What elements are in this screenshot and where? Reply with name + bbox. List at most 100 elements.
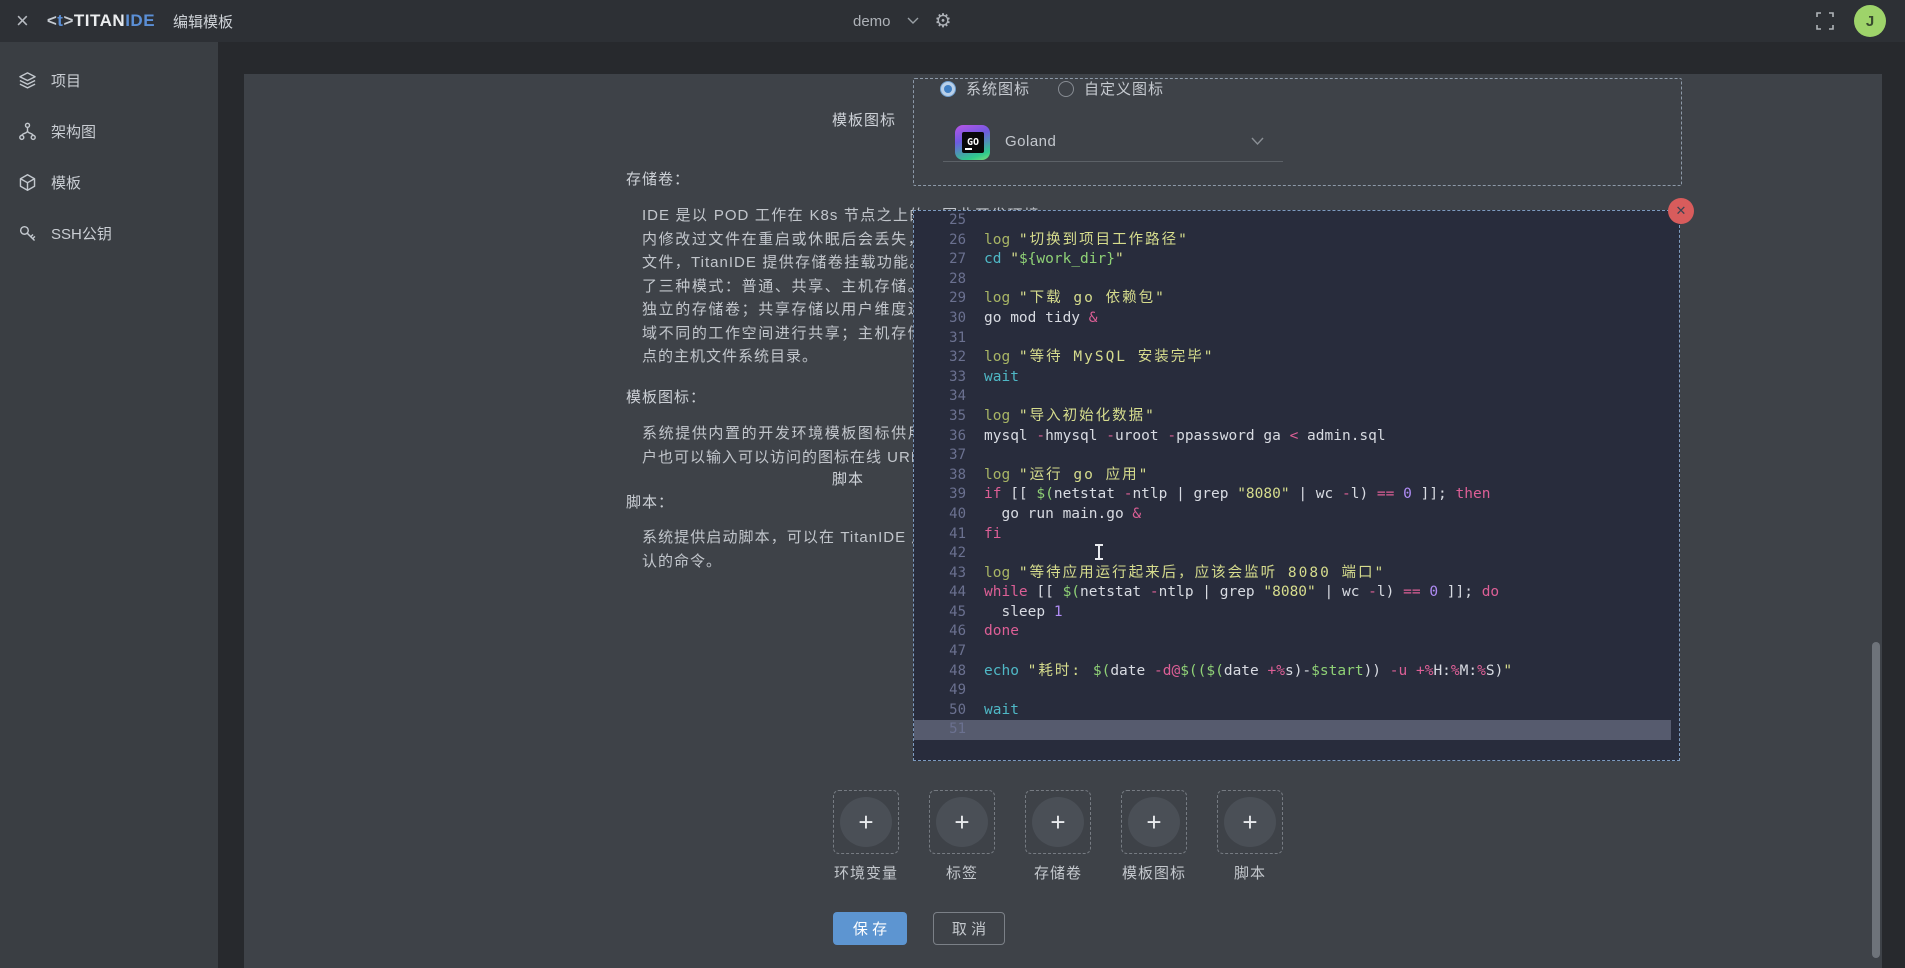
line-content: go mod tidy & — [984, 309, 1098, 329]
line-content: while [[ $(netstat -ntlp | grep "8080" |… — [984, 583, 1499, 603]
line-number: 26 — [914, 231, 966, 251]
code-line-50[interactable]: 50wait — [914, 701, 1679, 721]
select-underline — [943, 161, 1283, 162]
line-number: 27 — [914, 250, 966, 270]
add-button-label: 存储卷 — [1034, 862, 1082, 883]
code-line-49[interactable]: 49 — [914, 681, 1679, 701]
sidebar-item-architecture[interactable]: 架构图 — [0, 106, 218, 157]
code-line-41[interactable]: 41 fi — [914, 525, 1679, 545]
line-content: fi — [984, 525, 1001, 545]
env-select[interactable]: demo — [853, 13, 891, 30]
code-line-51[interactable]: 51 — [914, 720, 1671, 740]
select-chevron-down-icon[interactable] — [1251, 137, 1264, 146]
add-script-button[interactable]: +脚本 — [1217, 790, 1283, 854]
code-line-44[interactable]: 44while [[ $(netstat -ntlp | grep "8080"… — [914, 583, 1679, 603]
line-content: wait — [984, 701, 1019, 721]
code-line-29[interactable]: 29 log "下载 go 依赖包" — [914, 289, 1679, 309]
code-line-33[interactable]: 33wait — [914, 368, 1679, 388]
add-env-vars-button[interactable]: +环境变量 — [833, 790, 899, 854]
sidebar-item-label: SSH公钥 — [51, 223, 112, 244]
add-button-label: 脚本 — [1234, 862, 1266, 883]
gear-icon[interactable]: ⚙ — [935, 12, 952, 31]
radio-system-icon[interactable]: 系统图标 — [940, 78, 1030, 99]
sidebar-item-templates[interactable]: 模板 — [0, 157, 218, 208]
sidebar-item-label: 项目 — [51, 70, 81, 91]
cube-icon — [18, 173, 37, 192]
doc-heading-script: 脚本： — [626, 491, 674, 512]
chevron-down-icon[interactable] — [907, 17, 919, 25]
cancel-button[interactable]: 取 消 — [933, 912, 1005, 945]
line-number: 46 — [914, 622, 966, 642]
add-button-square[interactable]: + — [1025, 790, 1091, 854]
add-button-square[interactable]: + — [1217, 790, 1283, 854]
line-number: 41 — [914, 525, 966, 545]
line-content: sleep 1 — [984, 603, 1063, 623]
radio-custom-icon[interactable]: 自定义图标 — [1058, 78, 1164, 99]
remove-script-button[interactable]: ✕ — [1668, 198, 1694, 224]
code-line-45[interactable]: 45 sleep 1 — [914, 603, 1679, 623]
code-line-46[interactable]: 46 done — [914, 622, 1679, 642]
line-number: 34 — [914, 387, 966, 407]
logo-bracket-right: > — [63, 11, 73, 31]
fullscreen-icon[interactable] — [1816, 12, 1834, 30]
topbar: × <t>TITANIDE 编辑模板 demo ⚙ J — [0, 0, 1905, 42]
code-line-30[interactable]: 30go mod tidy & — [914, 309, 1679, 329]
logo-bracket-left: < — [47, 11, 57, 31]
key-icon — [18, 224, 37, 243]
line-number: 31 — [914, 329, 966, 349]
plus-icon: + — [840, 797, 892, 847]
icon-radio-group: 系统图标 自定义图标 — [940, 78, 1164, 99]
line-content: log "等待 MySQL 安装完毕" — [984, 348, 1215, 368]
code-line-34[interactable]: 34 — [914, 387, 1679, 407]
code-line-38[interactable]: 38log "运行 go 应用" — [914, 466, 1679, 486]
line-number: 38 — [914, 466, 966, 486]
add-button-square[interactable]: + — [929, 790, 995, 854]
add-button-square[interactable]: + — [1121, 790, 1187, 854]
avatar[interactable]: J — [1854, 5, 1886, 37]
sidebar-item-projects[interactable]: 项目 — [0, 55, 218, 106]
template-icon-label: 模板图标 — [832, 109, 896, 130]
logo-main: TITAN — [74, 11, 125, 31]
line-number: 35 — [914, 407, 966, 427]
code-line-39[interactable]: 39if [[ $(netstat -ntlp | grep "8080" | … — [914, 485, 1679, 505]
code-line-26[interactable]: 26log "切换到项目工作路径" — [914, 231, 1679, 251]
code-line-32[interactable]: 32log "等待 MySQL 安装完毕" — [914, 348, 1679, 368]
code-line-36[interactable]: 36mysql -hmysql -uroot -ppassword ga < a… — [914, 427, 1679, 447]
code-line-40[interactable]: 40 go run main.go & — [914, 505, 1679, 525]
vertical-scrollbar-thumb[interactable] — [1872, 642, 1880, 958]
env-area: demo ⚙ — [853, 0, 952, 42]
code-line-37[interactable]: 37 — [914, 446, 1679, 466]
radio-custom-label: 自定义图标 — [1084, 78, 1164, 99]
code-line-31[interactable]: 31 — [914, 329, 1679, 349]
line-content: log "下载 go 依赖包" — [984, 289, 1166, 309]
code-line-43[interactable]: 43log "等待应用运行起来后，应该会监听 8080 端口" — [914, 564, 1679, 584]
add-tags-button[interactable]: +标签 — [929, 790, 995, 854]
topbar-left: × <t>TITANIDE 编辑模板 — [16, 0, 233, 42]
add-template-icon-button[interactable]: +模板图标 — [1121, 790, 1187, 854]
code-line-47[interactable]: 47 — [914, 642, 1679, 662]
code-line-42[interactable]: 42 — [914, 544, 1679, 564]
line-number: 40 — [914, 505, 966, 525]
sidebar-item-label: 模板 — [51, 172, 81, 193]
code-line-48[interactable]: 48echo "耗时: $(date -d@$(($(date +%s)-$st… — [914, 662, 1679, 682]
icon-select-value[interactable]: Goland — [1005, 133, 1056, 150]
close-icon[interactable]: × — [16, 10, 29, 32]
script-editor[interactable]: 2526log "切换到项目工作路径"27cd "${work_dir}"282… — [913, 210, 1680, 761]
save-button[interactable]: 保 存 — [833, 912, 907, 945]
line-content: done — [984, 622, 1019, 642]
code-lines: 2526log "切换到项目工作路径"27cd "${work_dir}"282… — [914, 211, 1679, 740]
code-line-35[interactable]: 35log "导入初始化数据" — [914, 407, 1679, 427]
radio-system-label: 系统图标 — [966, 78, 1030, 99]
code-line-25[interactable]: 25 — [914, 211, 1679, 231]
add-storage-volume-button[interactable]: +存储卷 — [1025, 790, 1091, 854]
code-line-28[interactable]: 28 — [914, 270, 1679, 290]
sidebar-item-label: 架构图 — [51, 121, 96, 142]
script-label: 脚本 — [832, 468, 864, 489]
sidebar-item-ssh-keys[interactable]: SSH公钥 — [0, 208, 218, 259]
layers-icon — [18, 71, 37, 90]
line-number: 39 — [914, 485, 966, 505]
code-line-27[interactable]: 27cd "${work_dir}" — [914, 250, 1679, 270]
add-button-square[interactable]: + — [833, 790, 899, 854]
radio-unselected-icon — [1058, 81, 1074, 97]
line-number: 29 — [914, 289, 966, 309]
